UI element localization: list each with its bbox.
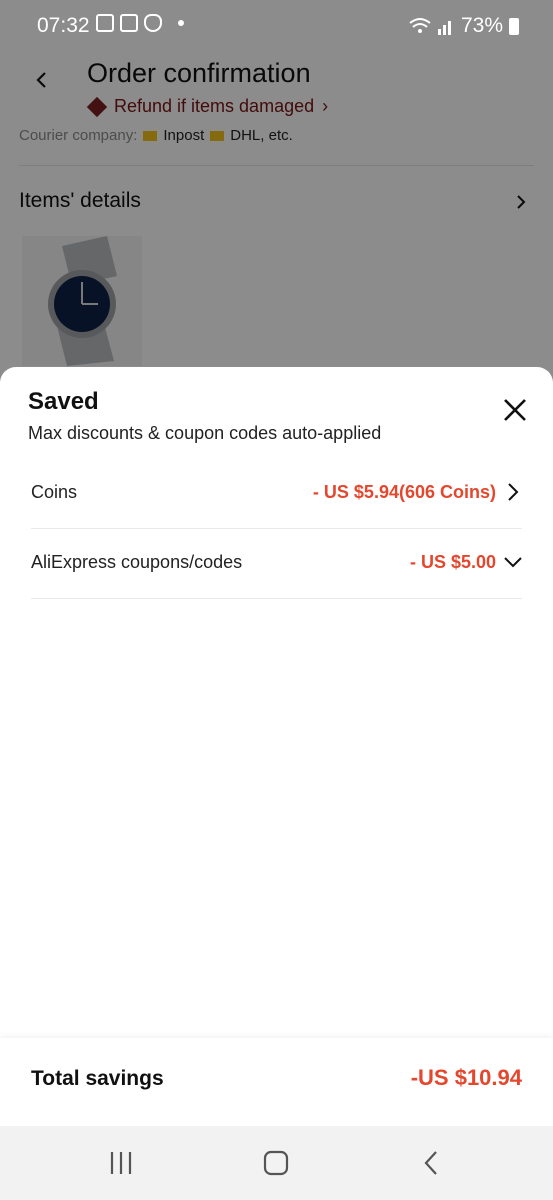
system-nav-bar [0,1126,553,1200]
battery-percent: 73% [460,14,503,37]
shield-icon [144,14,162,32]
wifi-icon [409,18,431,33]
sheet-subtitle: Max discounts & coupon codes auto-applie… [28,423,382,443]
savings-bottom-sheet: Saved Max discounts & coupon codes auto-… [0,367,553,1200]
system-icons: 73% [409,14,519,38]
calendar-icon [120,14,138,32]
coupons-discount-value: - US $5.00 [409,552,496,572]
total-savings-bar: Total savings -US $10.94 [0,1038,553,1128]
coins-row[interactable]: Coins - US $5.94(606 Coins) [31,458,522,529]
coupons-row[interactable]: AliExpress coupons/codes - US $5.00 [31,528,522,599]
signal-icon [437,21,451,35]
home-icon[interactable] [263,1150,289,1176]
status-time: 07:32 [37,14,90,37]
notification-icons [96,14,184,32]
recent-apps-icon[interactable] [108,1150,134,1176]
status-bar: 07:32 73% [0,0,553,54]
battery-icon [509,17,519,35]
sheet-title: Saved [28,388,99,415]
gallery-icon [96,14,114,32]
chevron-right-icon [508,483,519,501]
notification-dot-icon [178,20,184,26]
back-icon[interactable] [421,1150,441,1176]
total-savings-value: -US $10.94 [410,1065,522,1090]
dim-overlay[interactable] [0,0,553,400]
chevron-down-icon [504,557,522,568]
close-icon[interactable] [499,394,531,426]
coupons-label: AliExpress coupons/codes [31,552,243,572]
screen: Order confirmation Refund if items damag… [0,0,553,1200]
total-savings-label: Total savings [31,1067,164,1090]
coins-label: Coins [31,482,78,502]
coins-discount-value: - US $5.94(606 Coins) [312,482,496,502]
